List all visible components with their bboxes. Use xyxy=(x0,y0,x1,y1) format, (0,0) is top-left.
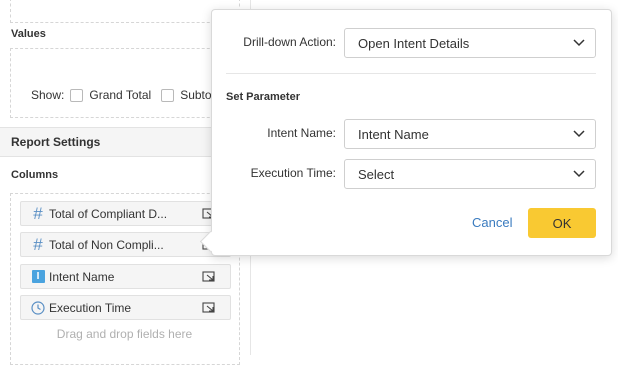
column-field-label: Total of Compliant D... xyxy=(49,206,168,221)
column-field-compliant[interactable]: # Total of Compliant D... xyxy=(20,201,231,226)
grand-total-label: Grand Total xyxy=(89,88,152,102)
drill-down-popup: Drill-down Action: Open Intent Details S… xyxy=(211,9,612,256)
ok-button[interactable]: OK xyxy=(528,208,596,238)
execution-time-select[interactable]: Select xyxy=(344,159,596,189)
rows-drop-zone[interactable] xyxy=(10,0,240,23)
intent-name-value: Intent Name xyxy=(358,126,429,142)
chevron-down-icon xyxy=(573,130,585,138)
columns-label: Columns xyxy=(11,169,59,181)
drill-down-action-label: Drill-down Action: xyxy=(243,35,336,49)
drill-down-action-select[interactable]: Open Intent Details xyxy=(344,28,596,58)
subtotal-label: Subtot xyxy=(180,88,215,102)
values-label: Values xyxy=(11,28,46,40)
hash-icon: # xyxy=(33,203,43,223)
cancel-button[interactable]: Cancel xyxy=(472,215,512,230)
drill-down-action-value: Open Intent Details xyxy=(358,35,470,51)
clock-icon xyxy=(31,300,45,315)
text-field-icon: I xyxy=(31,270,45,284)
values-drop-zone[interactable] xyxy=(10,48,240,118)
show-label: Show: xyxy=(31,88,65,102)
chevron-down-icon xyxy=(573,170,585,178)
show-options-row: Show: Grand Total Subtot xyxy=(31,88,215,102)
column-field-non-compliant[interactable]: # Total of Non Compli... xyxy=(20,232,231,257)
subtotal-checkbox[interactable] xyxy=(161,88,175,102)
section-divider xyxy=(226,73,596,74)
drill-down-config-icon[interactable] xyxy=(202,269,220,284)
column-field-execution-time[interactable]: Execution Time xyxy=(20,295,231,320)
intent-name-label: Intent Name: xyxy=(267,126,336,140)
drill-down-config-icon[interactable] xyxy=(202,300,220,315)
grand-total-checkbox[interactable] xyxy=(70,88,84,102)
column-field-label: Intent Name xyxy=(49,269,115,284)
column-field-label: Execution Time xyxy=(49,300,132,315)
hash-icon: # xyxy=(33,234,43,254)
intent-name-select[interactable]: Intent Name xyxy=(344,119,596,149)
chevron-down-icon xyxy=(573,39,585,47)
set-parameter-title: Set Parameter xyxy=(226,91,300,103)
drag-drop-hint: Drag and drop fields here xyxy=(56,327,193,341)
column-field-label: Total of Non Compli... xyxy=(49,237,164,252)
execution-time-label: Execution Time: xyxy=(250,166,336,180)
column-field-intent-name[interactable]: I Intent Name xyxy=(20,264,231,289)
execution-time-value: Select xyxy=(358,166,395,182)
report-settings-title: Report Settings xyxy=(11,135,101,149)
